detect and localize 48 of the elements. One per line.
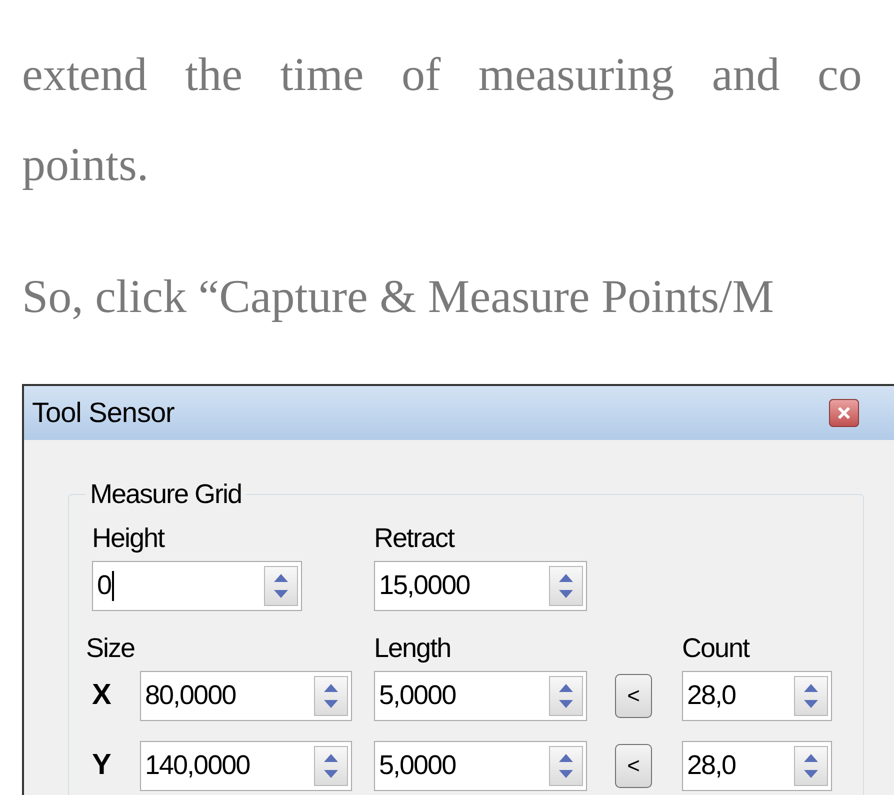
up-arrow-icon	[559, 754, 573, 762]
down-arrow-icon	[559, 590, 573, 598]
up-arrow-icon	[559, 574, 573, 582]
down-arrow-icon	[804, 770, 818, 778]
up-arrow-icon	[559, 684, 573, 692]
field-label: Count	[682, 632, 750, 665]
number-field[interactable]: 28,0	[682, 670, 832, 720]
up-arrow-icon	[274, 574, 288, 582]
axis-label: X	[92, 678, 112, 711]
field-label: Retract	[374, 522, 454, 555]
spin-button[interactable]	[794, 746, 828, 786]
field-label: Height	[92, 522, 166, 555]
down-arrow-icon	[274, 590, 288, 598]
spin-button[interactable]	[794, 676, 828, 716]
number-field[interactable]: 80,0000	[140, 670, 352, 720]
down-arrow-icon	[804, 700, 818, 708]
up-arrow-icon	[324, 754, 338, 762]
up-arrow-icon	[324, 684, 338, 692]
spin-button[interactable]	[549, 566, 583, 606]
number-field[interactable]: 28,0	[682, 740, 832, 790]
down-arrow-icon	[559, 700, 573, 708]
field-label: Size	[86, 632, 136, 665]
window-title: Tool Sensor	[32, 396, 174, 430]
spin-button[interactable]	[549, 676, 583, 716]
number-field[interactable]: 0	[92, 560, 302, 610]
down-arrow-icon	[324, 700, 338, 708]
copy-button[interactable]: <	[615, 674, 652, 718]
up-arrow-icon	[804, 754, 818, 762]
spin-button[interactable]	[314, 746, 348, 786]
axis-label: Y	[92, 748, 112, 781]
number-field[interactable]: 5,0000	[374, 670, 587, 720]
number-field[interactable]: 140,0000	[140, 740, 352, 790]
down-arrow-icon	[559, 770, 573, 778]
instruction-text: So, click “Capture & Measure Points/M	[22, 270, 774, 325]
paragraph-line: extend the time of measuring and co	[22, 48, 862, 103]
spin-button[interactable]	[264, 566, 298, 606]
group-label: Measure Grid	[89, 478, 243, 511]
close-button[interactable]	[829, 399, 860, 427]
number-field[interactable]: 15,0000	[374, 560, 587, 610]
down-arrow-icon	[324, 770, 338, 778]
paragraph-line: points.	[22, 138, 149, 193]
spin-button[interactable]	[549, 746, 583, 786]
field-label: Length	[374, 632, 452, 665]
number-field[interactable]: 5,0000	[374, 740, 587, 790]
up-arrow-icon	[804, 684, 818, 692]
close-icon	[837, 406, 852, 420]
copy-button[interactable]: <	[615, 744, 652, 788]
spin-button[interactable]	[314, 676, 348, 716]
